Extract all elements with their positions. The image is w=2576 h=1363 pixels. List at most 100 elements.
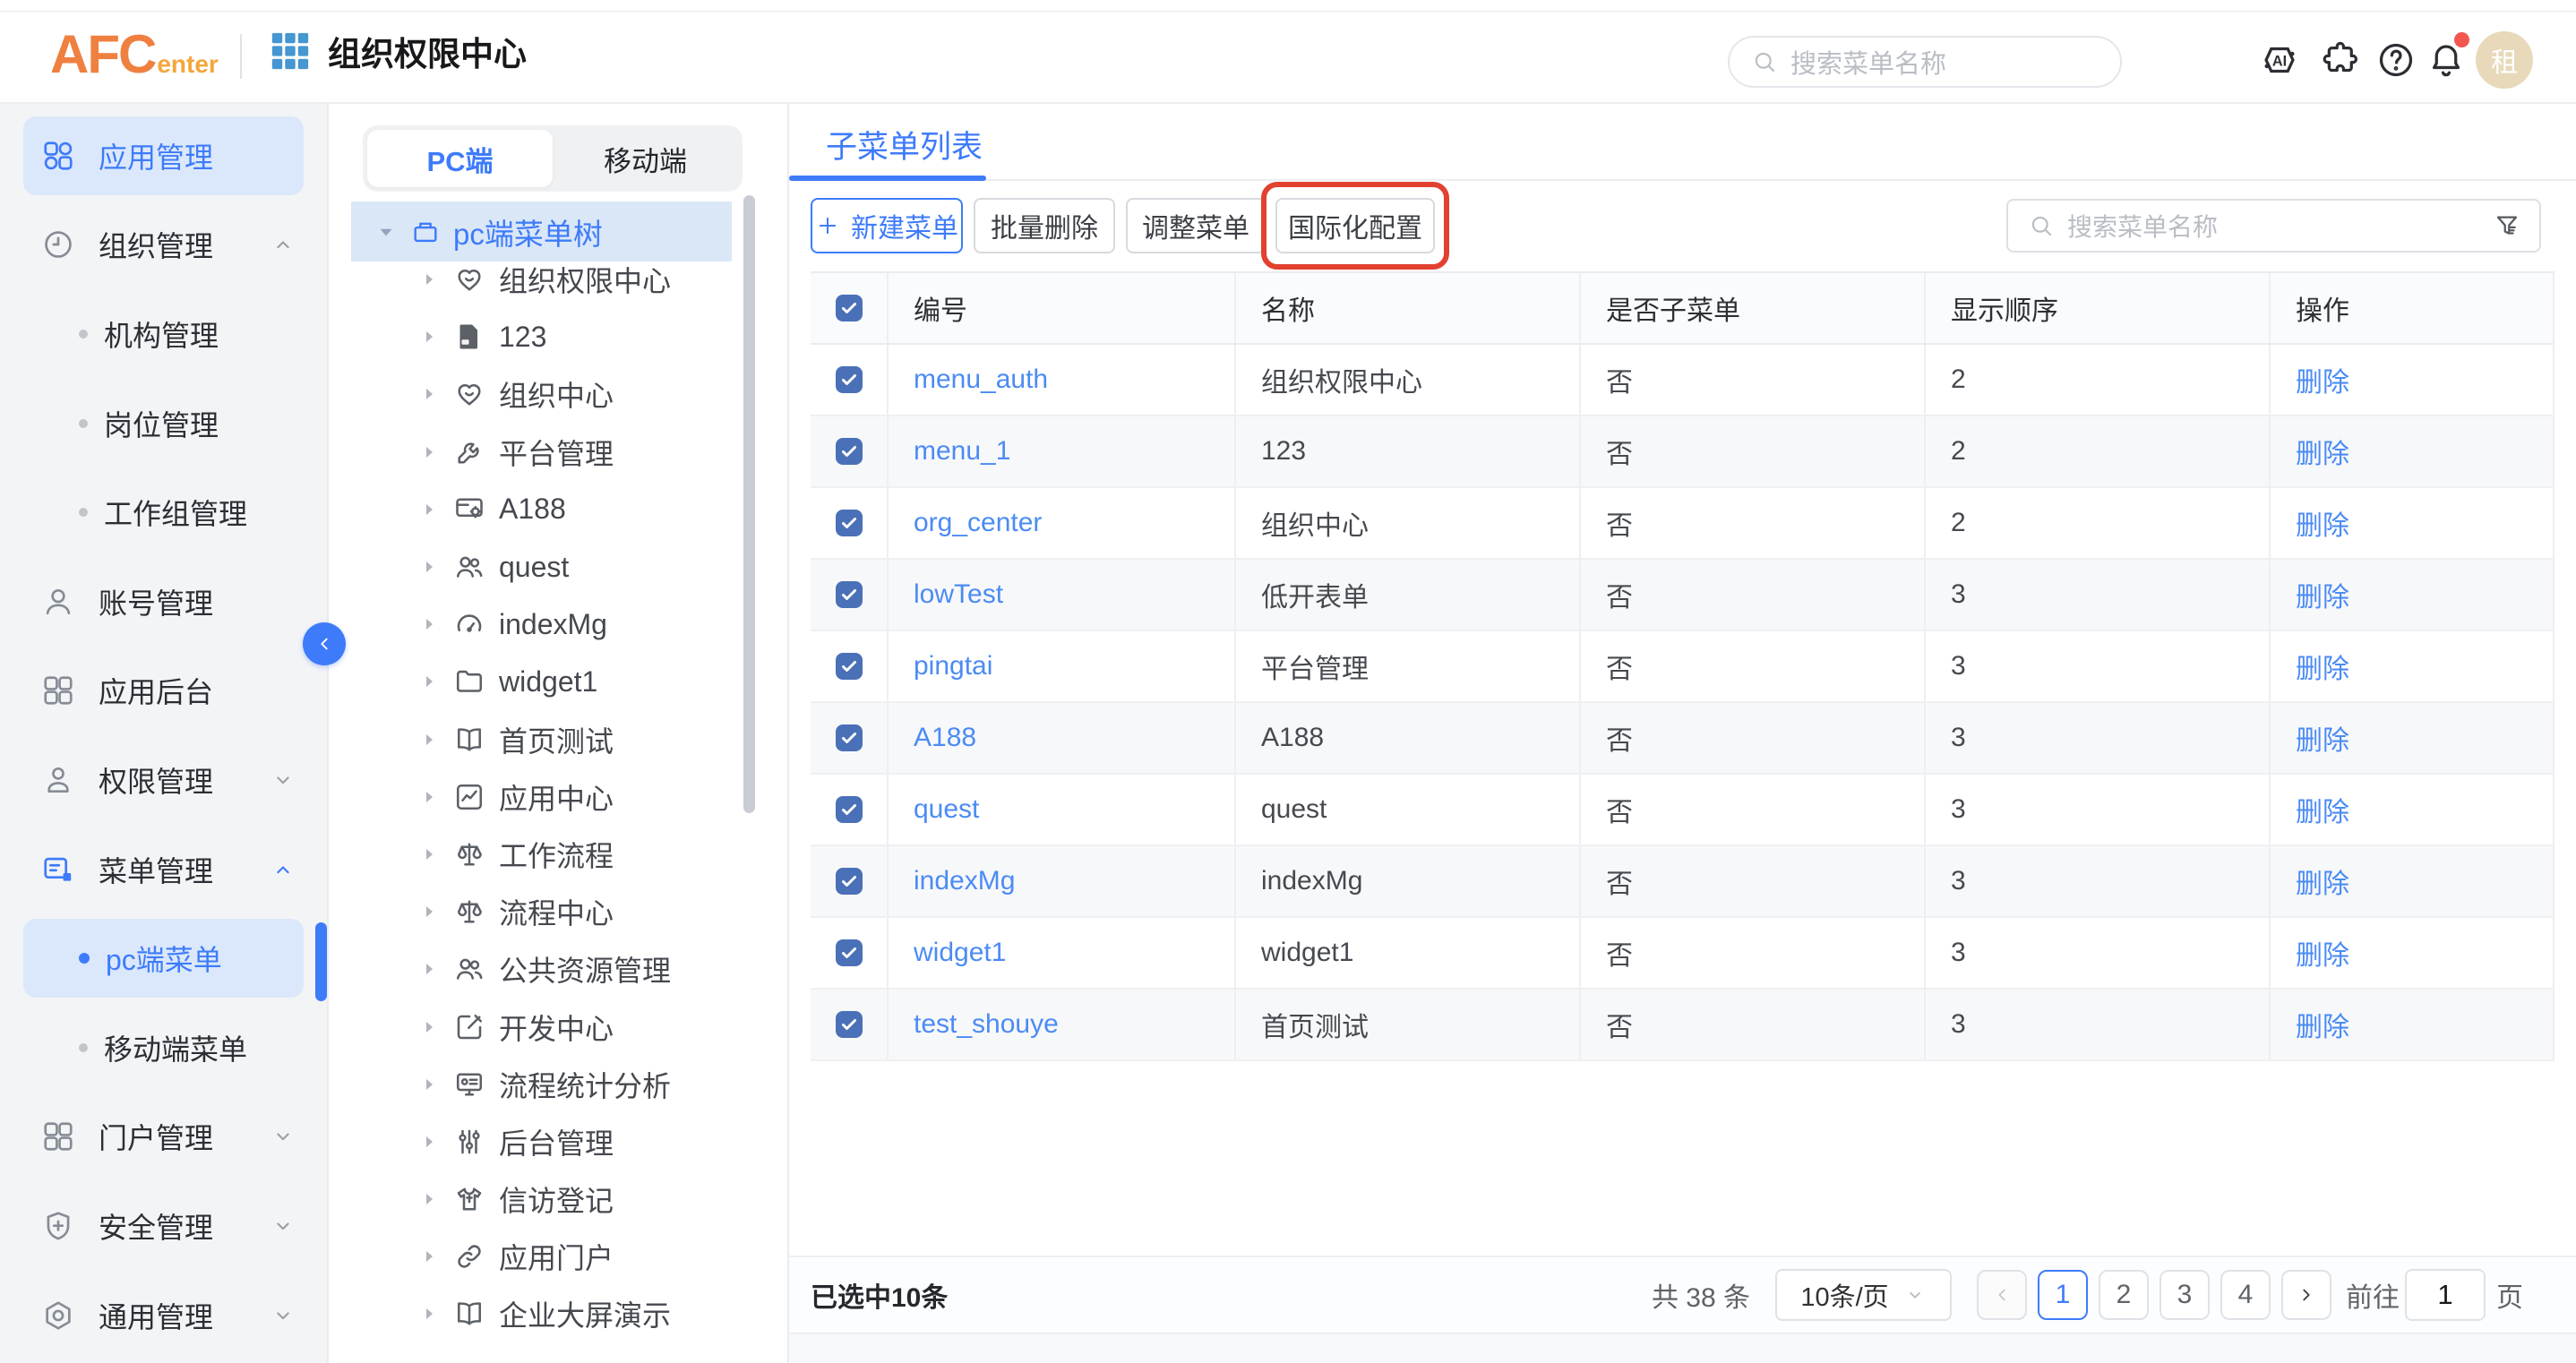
- tree-node-3[interactable]: 平台管理: [329, 424, 787, 481]
- tree-node-14[interactable]: 流程统计分析: [329, 1056, 787, 1113]
- global-search-input[interactable]: 搜索菜单名称: [1728, 36, 2122, 88]
- delete-link[interactable]: 删除: [2271, 488, 2555, 558]
- sidebar-item-7[interactable]: 权限管理: [0, 735, 327, 825]
- tree-node-8[interactable]: 首页测试: [329, 711, 787, 768]
- tree-node-13[interactable]: 开发中心: [329, 998, 787, 1055]
- sidebar-item-10[interactable]: 移动端菜单: [0, 1003, 327, 1093]
- row-select-cell[interactable]: [811, 560, 889, 630]
- batch-delete-button[interactable]: 批量删除: [974, 198, 1115, 253]
- row-select-cell[interactable]: [811, 775, 889, 844]
- sidebar-item-6[interactable]: 应用后台: [0, 647, 327, 736]
- app-switcher[interactable]: 组织权限中心: [270, 0, 527, 102]
- page-button-4[interactable]: 4: [2220, 1270, 2271, 1320]
- row-checkbox[interactable]: [836, 510, 863, 536]
- prev-page-button[interactable]: [1977, 1270, 2027, 1320]
- row-select-cell[interactable]: [811, 918, 889, 988]
- tree-node-10[interactable]: 工作流程: [329, 826, 787, 883]
- delete-link[interactable]: 删除: [2271, 703, 2555, 773]
- delete-link[interactable]: 删除: [2271, 990, 2555, 1059]
- row-checkbox[interactable]: [836, 796, 863, 823]
- menu-code-link[interactable]: widget1: [889, 918, 1236, 988]
- avatar[interactable]: 租: [2476, 31, 2533, 89]
- sidebar-item-5[interactable]: 账号管理: [0, 557, 327, 647]
- row-select-cell[interactable]: [811, 631, 889, 701]
- menu-code-link[interactable]: test_shouye: [889, 990, 1236, 1059]
- delete-link[interactable]: 删除: [2271, 416, 2555, 486]
- tree-node-2[interactable]: 组织中心: [329, 365, 787, 423]
- menu-code-link[interactable]: lowTest: [889, 560, 1236, 630]
- row-checkbox[interactable]: [836, 724, 863, 751]
- row-checkbox[interactable]: [836, 438, 863, 465]
- tree-node-18[interactable]: 企业大屏演示: [329, 1285, 787, 1342]
- sidebar-item-1[interactable]: 组织管理: [0, 201, 327, 290]
- menu-code-link[interactable]: quest: [889, 775, 1236, 844]
- sidebar-item-9[interactable]: pc端菜单: [0, 913, 327, 1003]
- row-select-cell[interactable]: [811, 846, 889, 916]
- tab-mobile[interactable]: 移动端: [553, 130, 738, 187]
- tree-node-4[interactable]: A188: [329, 481, 787, 538]
- tree-node-0[interactable]: 组织权限中心: [329, 251, 787, 308]
- row-checkbox[interactable]: [836, 1011, 863, 1038]
- sidebar-item-4[interactable]: 工作组管理: [0, 467, 327, 557]
- tree-node-5[interactable]: quest: [329, 538, 787, 596]
- sidebar-item-13[interactable]: 通用管理: [0, 1271, 327, 1360]
- tree-node-11[interactable]: 流程中心: [329, 883, 787, 940]
- row-checkbox[interactable]: [836, 939, 863, 966]
- row-select-cell[interactable]: [811, 488, 889, 558]
- delete-link[interactable]: 删除: [2271, 775, 2555, 844]
- plugin-icon[interactable]: [2320, 39, 2361, 81]
- row-select-cell[interactable]: [811, 990, 889, 1059]
- tab-pc[interactable]: PC端: [367, 130, 553, 187]
- tree-node-9[interactable]: 应用中心: [329, 768, 787, 826]
- tree-node-6[interactable]: indexMg: [329, 596, 787, 653]
- menu-code-link[interactable]: A188: [889, 703, 1236, 773]
- sidebar-item-8[interactable]: 菜单管理: [0, 825, 327, 914]
- filter-icon[interactable]: [2493, 211, 2521, 240]
- tree-node-15[interactable]: 后台管理: [329, 1113, 787, 1170]
- page-jump-input[interactable]: 1: [2405, 1269, 2486, 1321]
- row-select-cell[interactable]: [811, 345, 889, 415]
- i18n-config-button[interactable]: 国际化配置: [1275, 198, 1435, 253]
- row-checkbox[interactable]: [836, 581, 863, 608]
- sidebar-item-11[interactable]: 门户管理: [0, 1093, 327, 1182]
- delete-link[interactable]: 删除: [2271, 345, 2555, 415]
- menu-code-link[interactable]: menu_1: [889, 416, 1236, 486]
- sidebar-collapse-button[interactable]: [303, 622, 346, 665]
- adjust-menu-button[interactable]: 调整菜单: [1126, 198, 1266, 253]
- page-size-select[interactable]: 10条/页: [1775, 1269, 1952, 1321]
- delete-link[interactable]: 删除: [2271, 560, 2555, 630]
- row-checkbox[interactable]: [836, 295, 863, 321]
- help-icon[interactable]: [2375, 39, 2417, 81]
- row-checkbox[interactable]: [836, 868, 863, 895]
- menu-code-link[interactable]: menu_auth: [889, 345, 1236, 415]
- sidebar-item-0[interactable]: 应用管理: [0, 111, 327, 201]
- delete-link[interactable]: 删除: [2271, 631, 2555, 701]
- row-checkbox[interactable]: [836, 366, 863, 393]
- caret-down-icon[interactable]: [374, 220, 398, 244]
- ai-assistant-icon[interactable]: AI: [2259, 39, 2300, 81]
- row-checkbox[interactable]: [836, 653, 863, 680]
- menu-search-input[interactable]: 搜索菜单名称: [2006, 199, 2541, 253]
- sidebar-item-12[interactable]: 安全管理: [0, 1181, 327, 1271]
- page-button-1[interactable]: 1: [2038, 1270, 2088, 1320]
- sidebar-item-2[interactable]: 机构管理: [0, 289, 327, 379]
- menu-code-link[interactable]: indexMg: [889, 846, 1236, 916]
- sidebar-item-3[interactable]: 岗位管理: [0, 379, 327, 468]
- page-button-2[interactable]: 2: [2099, 1270, 2149, 1320]
- tree-node-17[interactable]: 应用门户: [329, 1228, 787, 1285]
- tree-node-7[interactable]: widget1: [329, 653, 787, 710]
- tree-node-1[interactable]: 123: [329, 308, 787, 365]
- tree-scrollbar[interactable]: [743, 195, 755, 813]
- menu-code-link[interactable]: org_center: [889, 488, 1236, 558]
- tab-submenu-list[interactable]: 子菜单列表: [826, 122, 983, 167]
- delete-link[interactable]: 删除: [2271, 846, 2555, 916]
- delete-link[interactable]: 删除: [2271, 918, 2555, 988]
- tree-node-12[interactable]: 公共资源管理: [329, 940, 787, 998]
- page-button-3[interactable]: 3: [2160, 1270, 2210, 1320]
- tree-node-16[interactable]: 信访登记: [329, 1170, 787, 1228]
- next-page-button[interactable]: [2281, 1270, 2331, 1320]
- row-select-cell[interactable]: [811, 416, 889, 486]
- create-menu-button[interactable]: 新建菜单: [811, 198, 963, 253]
- row-select-cell[interactable]: [811, 703, 889, 773]
- select-all-cell[interactable]: [811, 273, 889, 343]
